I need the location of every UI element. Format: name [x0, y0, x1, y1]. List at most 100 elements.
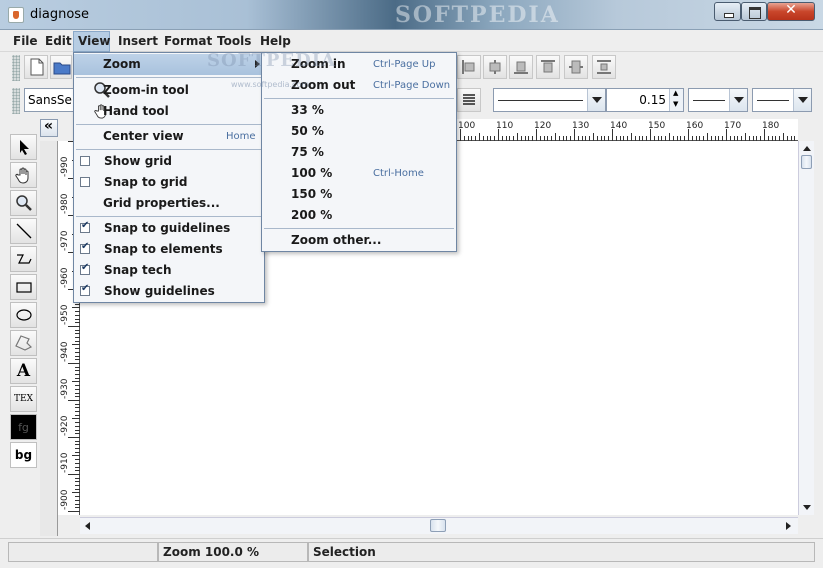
foreground-color-button[interactable]: fg: [10, 414, 37, 440]
menu-item-show-grid[interactable]: Show grid: [74, 151, 264, 172]
menu-item-label: Zoom-in tool: [103, 83, 189, 97]
align-bottom-button[interactable]: [509, 55, 533, 79]
ellipse-icon: [15, 309, 32, 321]
menu-file[interactable]: File: [13, 34, 38, 48]
vertical-scrollbar[interactable]: [798, 141, 814, 515]
distribute-button[interactable]: [592, 55, 616, 79]
horizontal-scroll-thumb[interactable]: [430, 519, 446, 532]
ruler-label: 100: [458, 121, 476, 131]
scroll-left-button[interactable]: [80, 518, 96, 534]
menu-help[interactable]: Help: [260, 34, 291, 48]
scroll-right-button[interactable]: [780, 518, 796, 534]
ruler-label: 140: [610, 121, 628, 131]
line-width-value: 0.15: [639, 93, 666, 107]
spinner-up[interactable]: ▲: [669, 89, 683, 100]
menu-item-zoom-200[interactable]: 200 %: [262, 205, 456, 226]
menu-item-show-guidelines[interactable]: Show guidelines: [74, 281, 264, 302]
menu-item-zoom-75[interactable]: 75 %: [262, 142, 456, 163]
menu-item-snap-tech[interactable]: Snap tech: [74, 260, 264, 281]
menu-item-zoom-other[interactable]: Zoom other...: [262, 230, 456, 251]
zoom-tool-button[interactable]: [10, 190, 37, 216]
align-justify-button[interactable]: [457, 88, 481, 112]
watermark-overlay: SOFTPEDIA: [207, 50, 337, 71]
ruler-label: -920: [60, 415, 70, 436]
down-arrow-icon: ▼: [673, 100, 679, 108]
scroll-down-button[interactable]: [799, 499, 815, 515]
ruler-label: -980: [60, 193, 70, 214]
menu-item-grid-properties[interactable]: Grid properties...: [74, 193, 264, 214]
menu-item-zoom-150[interactable]: 150 %: [262, 184, 456, 205]
new-file-button[interactable]: [24, 55, 48, 79]
scroll-right-icon: [786, 522, 791, 530]
arrow-start-combo[interactable]: [688, 88, 748, 112]
line-style-combo[interactable]: [493, 88, 606, 112]
window-title: diagnose: [30, 7, 90, 22]
menu-item-label: Snap to grid: [104, 175, 188, 189]
toolbar-grip[interactable]: [12, 88, 20, 114]
toolbar-grip[interactable]: [12, 55, 20, 81]
menu-item-snap-to-elements[interactable]: Snap to elements: [74, 239, 264, 260]
menu-item-label: Grid properties...: [103, 196, 220, 210]
menu-item-hand-tool[interactable]: Hand tool: [74, 101, 264, 122]
close-button[interactable]: ✕: [767, 2, 815, 21]
status-mode: Selection: [308, 542, 815, 562]
align-left-icon: [462, 60, 475, 74]
menu-item-accelerator: Home: [226, 131, 256, 142]
minimize-button[interactable]: [714, 2, 741, 21]
ruler-label: 120: [534, 121, 552, 131]
rectangle-tool-button[interactable]: [10, 274, 37, 300]
font-family-combo[interactable]: SansSe: [24, 88, 74, 112]
title-bar[interactable]: diagnose SOFTPEDIA ✕: [0, 0, 823, 30]
menu-item-snap-to-grid[interactable]: Snap to grid: [74, 172, 264, 193]
vertical-scroll-thumb[interactable]: [801, 155, 812, 169]
background-color-button[interactable]: bg: [10, 442, 37, 468]
menu-insert[interactable]: Insert: [118, 34, 158, 48]
ruler-label: 110: [496, 121, 514, 131]
spinner-down[interactable]: ▼: [669, 100, 683, 111]
menu-tools[interactable]: Tools: [217, 34, 251, 48]
new-file-icon: [30, 58, 44, 76]
polygon-tool-button[interactable]: [10, 330, 37, 356]
menu-item-snap-to-guidelines[interactable]: Snap to guidelines: [74, 218, 264, 239]
align-top-button[interactable]: [536, 55, 560, 79]
menu-item-zoom-50[interactable]: 50 %: [262, 121, 456, 142]
menu-item-label: Hand tool: [103, 104, 169, 118]
menu-edit[interactable]: Edit: [45, 34, 72, 48]
polyline-tool-button[interactable]: [10, 246, 37, 272]
menu-item-zoom-33[interactable]: 33 %: [262, 100, 456, 121]
align-vcenter-button[interactable]: [564, 55, 588, 79]
menu-item-label: Snap tech: [104, 263, 172, 277]
align-top-icon: [541, 60, 555, 73]
arrow-end-dropdown-arrow[interactable]: [793, 89, 811, 111]
menu-format[interactable]: Format: [164, 34, 212, 48]
watermark-url: www.softpedia.com: [231, 80, 310, 89]
java-app-icon[interactable]: [8, 7, 24, 23]
horizontal-scrollbar[interactable]: [80, 517, 798, 534]
maximize-button[interactable]: [741, 2, 767, 21]
arrow-start-dropdown-arrow[interactable]: [729, 89, 747, 111]
line-tool-button[interactable]: [10, 218, 37, 244]
font-family-value: SansSe: [28, 93, 72, 107]
line-style-dropdown-arrow[interactable]: [587, 89, 605, 111]
menu-view[interactable]: View: [78, 34, 110, 48]
align-left-button[interactable]: [457, 55, 481, 79]
arrow-end-combo[interactable]: [752, 88, 812, 112]
menu-item-zoom-100[interactable]: 100 % Ctrl-Home: [262, 163, 456, 184]
menu-item-center-view[interactable]: Center view Home: [74, 126, 264, 147]
watermark: SOFTPEDIA: [395, 2, 560, 28]
ellipse-tool-button[interactable]: [10, 302, 37, 328]
hand-tool-button[interactable]: [10, 162, 37, 188]
align-center-button[interactable]: [483, 55, 507, 79]
select-tool-button[interactable]: [10, 134, 37, 160]
menu-separator: [76, 77, 262, 78]
line-width-spinner[interactable]: 0.15 ▲ ▼: [606, 88, 684, 112]
view-menu-popup: Zoom Zoom-in tool Hand tool Center view …: [73, 52, 265, 303]
scroll-left-icon: [85, 522, 90, 530]
collapse-panel-button[interactable]: [40, 118, 58, 137]
text-tool-button[interactable]: A: [10, 358, 37, 384]
menu-separator: [264, 98, 454, 99]
tex-tool-button[interactable]: TEX: [10, 386, 37, 412]
polyline-icon: [16, 254, 32, 264]
open-file-button[interactable]: [50, 55, 72, 79]
ruler-label: -930: [60, 378, 70, 399]
